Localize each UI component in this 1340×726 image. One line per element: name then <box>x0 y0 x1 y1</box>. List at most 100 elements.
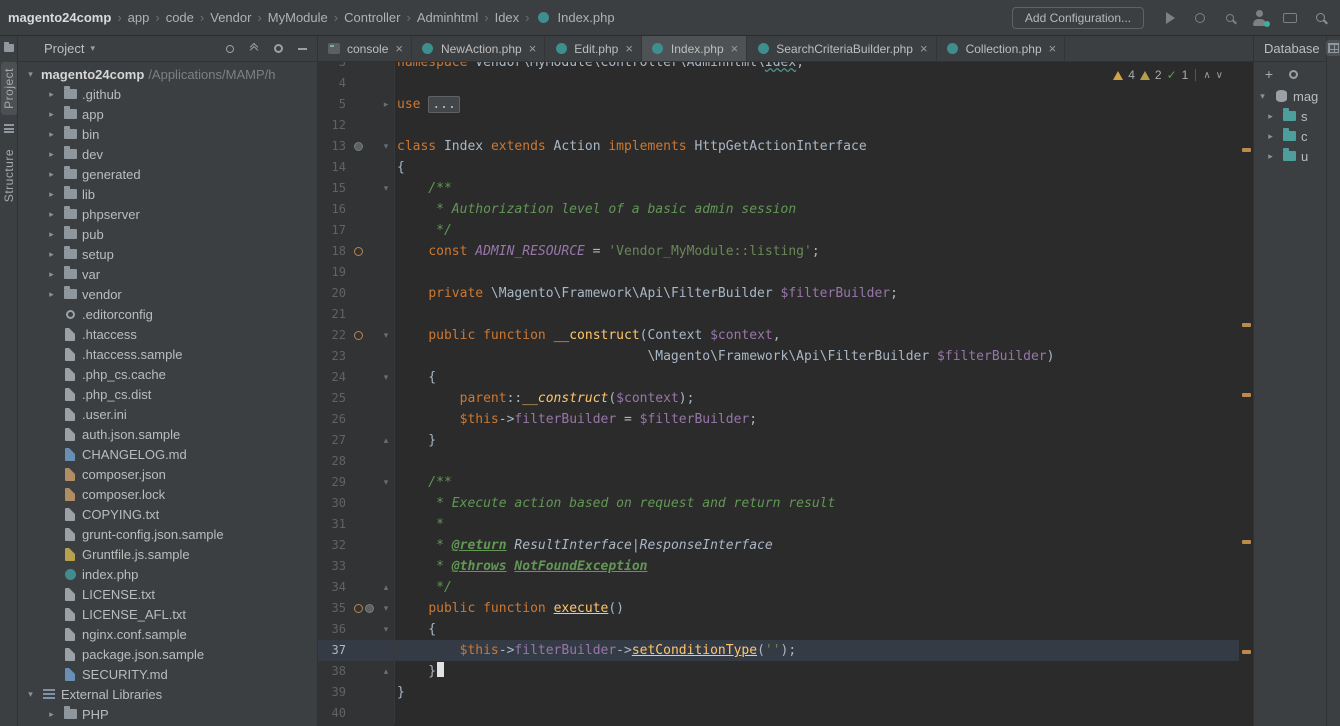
code-line[interactable]: 17 */ <box>318 220 1239 241</box>
chevron-down-icon[interactable]: ▾ <box>24 689 37 700</box>
code-line[interactable]: 33 * @throws NotFoundException <box>318 556 1239 577</box>
code-line[interactable]: 30 * Execute action based on request and… <box>318 493 1239 514</box>
code-line[interactable]: 36▾ { <box>318 619 1239 640</box>
add-configuration-button[interactable]: Add Configuration... <box>1012 7 1144 29</box>
tree-item[interactable]: package.json.sample <box>18 644 317 664</box>
chevron-right-icon[interactable]: ▸ <box>45 269 58 280</box>
structure-tool-button[interactable]: Structure <box>1 143 17 208</box>
tree-item[interactable]: .php_cs.dist <box>18 384 317 404</box>
code-line[interactable]: 32 * @return ResultInterface|ResponseInt… <box>318 535 1239 556</box>
code-line[interactable]: 27▴ } <box>318 430 1239 451</box>
tree-item[interactable]: ▸PHP <box>18 704 317 724</box>
editor-tab[interactable]: Index.php× <box>642 36 747 61</box>
line-number[interactable]: 21 <box>318 304 352 325</box>
tree-item[interactable]: ▸.github <box>18 84 317 104</box>
code-line[interactable]: 38▴ } <box>318 661 1239 682</box>
line-number[interactable]: 5 <box>318 94 352 115</box>
fold-down-icon[interactable]: ▾ <box>378 472 394 493</box>
run-icon[interactable] <box>1158 7 1182 29</box>
breadcrumb-item[interactable]: Index.php <box>558 10 615 25</box>
breadcrumb-item[interactable]: MyModule <box>268 10 328 25</box>
code-line[interactable]: 29▾ /** <box>318 472 1239 493</box>
class-marker-icon[interactable] <box>354 142 363 151</box>
chevron-right-icon[interactable]: ▸ <box>45 129 58 140</box>
profiler-icon[interactable] <box>1218 7 1242 29</box>
code-line[interactable]: 16 * Authorization level of a basic admi… <box>318 199 1239 220</box>
fold-down-icon[interactable]: ▾ <box>378 178 394 199</box>
tree-item[interactable]: ▸phpserver <box>18 204 317 224</box>
line-number[interactable]: 29 <box>318 472 352 493</box>
database-tree-item[interactable]: ▸u <box>1254 146 1326 166</box>
chevron-right-icon[interactable]: ▸ <box>1264 151 1277 162</box>
chevron-right-icon[interactable]: ▸ <box>45 249 58 260</box>
fold-down-icon[interactable]: ▾ <box>378 619 394 640</box>
line-number[interactable]: 30 <box>318 493 352 514</box>
fold-end-icon[interactable]: ▴ <box>378 661 394 682</box>
code-line[interactable]: 37 $this->filterBuilder->setConditionTyp… <box>318 640 1239 661</box>
tree-item[interactable]: nginx.conf.sample <box>18 624 317 644</box>
tree-item[interactable]: COPYING.txt <box>18 504 317 524</box>
line-number[interactable]: 31 <box>318 514 352 535</box>
line-number[interactable]: 28 <box>318 451 352 472</box>
tree-item[interactable]: .editorconfig <box>18 304 317 324</box>
prev-issue-icon[interactable]: ∧ <box>1203 70 1210 81</box>
line-number[interactable]: 4 <box>318 73 352 94</box>
editor-tab[interactable]: NewAction.php× <box>412 36 545 61</box>
line-number[interactable]: 26 <box>318 409 352 430</box>
line-number[interactable]: 33 <box>318 556 352 577</box>
line-number[interactable]: 27 <box>318 430 352 451</box>
line-number[interactable]: 38 <box>318 661 352 682</box>
breadcrumb-item[interactable]: Idex <box>495 10 520 25</box>
tree-item[interactable]: SECURITY.md <box>18 664 317 684</box>
tree-item[interactable]: index.php <box>18 564 317 584</box>
line-number[interactable]: 39 <box>318 682 352 703</box>
tree-item[interactable]: .php_cs.cache <box>18 364 317 384</box>
breadcrumb-item[interactable]: Adminhtml <box>417 10 478 25</box>
chevron-down-icon[interactable]: ▾ <box>24 69 37 80</box>
fold-down-icon[interactable]: ▾ <box>378 598 394 619</box>
tree-item[interactable]: CHANGELOG.md <box>18 444 317 464</box>
breadcrumb-item[interactable]: Vendor <box>210 10 251 25</box>
screen-share-icon[interactable] <box>1278 7 1302 29</box>
code-line[interactable]: 15▾ /** <box>318 178 1239 199</box>
code-line[interactable]: 24▾ { <box>318 367 1239 388</box>
code-line[interactable]: 22▾ public function __construct(Context … <box>318 325 1239 346</box>
breadcrumb-item[interactable]: app <box>128 10 150 25</box>
tree-item[interactable]: LICENSE_AFL.txt <box>18 604 317 624</box>
chevron-right-icon[interactable]: ▸ <box>45 149 58 160</box>
code-line[interactable]: 39} <box>318 682 1239 703</box>
tree-item[interactable]: composer.json <box>18 464 317 484</box>
close-icon[interactable]: × <box>625 41 633 56</box>
chevron-right-icon[interactable]: ▸ <box>45 229 58 240</box>
line-number[interactable]: 36 <box>318 619 352 640</box>
line-number[interactable]: 37 <box>318 640 352 661</box>
user-icon[interactable] <box>1248 7 1272 29</box>
tree-item[interactable]: ▾magento24comp /Applications/MAMP/h <box>18 64 317 84</box>
line-number[interactable]: 25 <box>318 388 352 409</box>
tree-item[interactable]: composer.lock <box>18 484 317 504</box>
line-number[interactable]: 19 <box>318 262 352 283</box>
override-marker-icon[interactable] <box>354 247 363 256</box>
close-icon[interactable]: × <box>920 41 928 56</box>
chevron-down-icon[interactable]: ▾ <box>90 43 95 54</box>
chevron-right-icon[interactable]: ▸ <box>1264 131 1277 142</box>
warning-stripe-mark[interactable] <box>1242 323 1251 327</box>
editor-tab[interactable]: SearchCriteriaBuilder.php× <box>747 36 936 61</box>
code-line[interactable]: 3namespace Vendor\MyModule\Controller\Ad… <box>318 62 1239 73</box>
line-number[interactable]: 24 <box>318 367 352 388</box>
code-line[interactable]: 25 parent::__construct($context); <box>318 388 1239 409</box>
close-icon[interactable]: × <box>731 41 739 56</box>
fold-down-icon[interactable]: ▾ <box>378 367 394 388</box>
code-line[interactable]: 26 $this->filterBuilder = $filterBuilder… <box>318 409 1239 430</box>
tree-item[interactable]: ▸setup <box>18 244 317 264</box>
code-line[interactable]: 18 const ADMIN_RESOURCE = 'Vendor_MyModu… <box>318 241 1239 262</box>
fold-right-icon[interactable]: ▸ <box>378 94 394 115</box>
code-line[interactable]: 19 <box>318 262 1239 283</box>
chevron-right-icon[interactable]: ▸ <box>1264 111 1277 122</box>
tree-item[interactable]: ▸var <box>18 264 317 284</box>
code-line[interactable]: 23 \Magento\Framework\Api\FilterBuilder … <box>318 346 1239 367</box>
line-number[interactable]: 15 <box>318 178 352 199</box>
search-icon[interactable] <box>1308 7 1332 29</box>
tree-item[interactable]: ▸app <box>18 104 317 124</box>
fold-down-icon[interactable]: ▾ <box>378 325 394 346</box>
